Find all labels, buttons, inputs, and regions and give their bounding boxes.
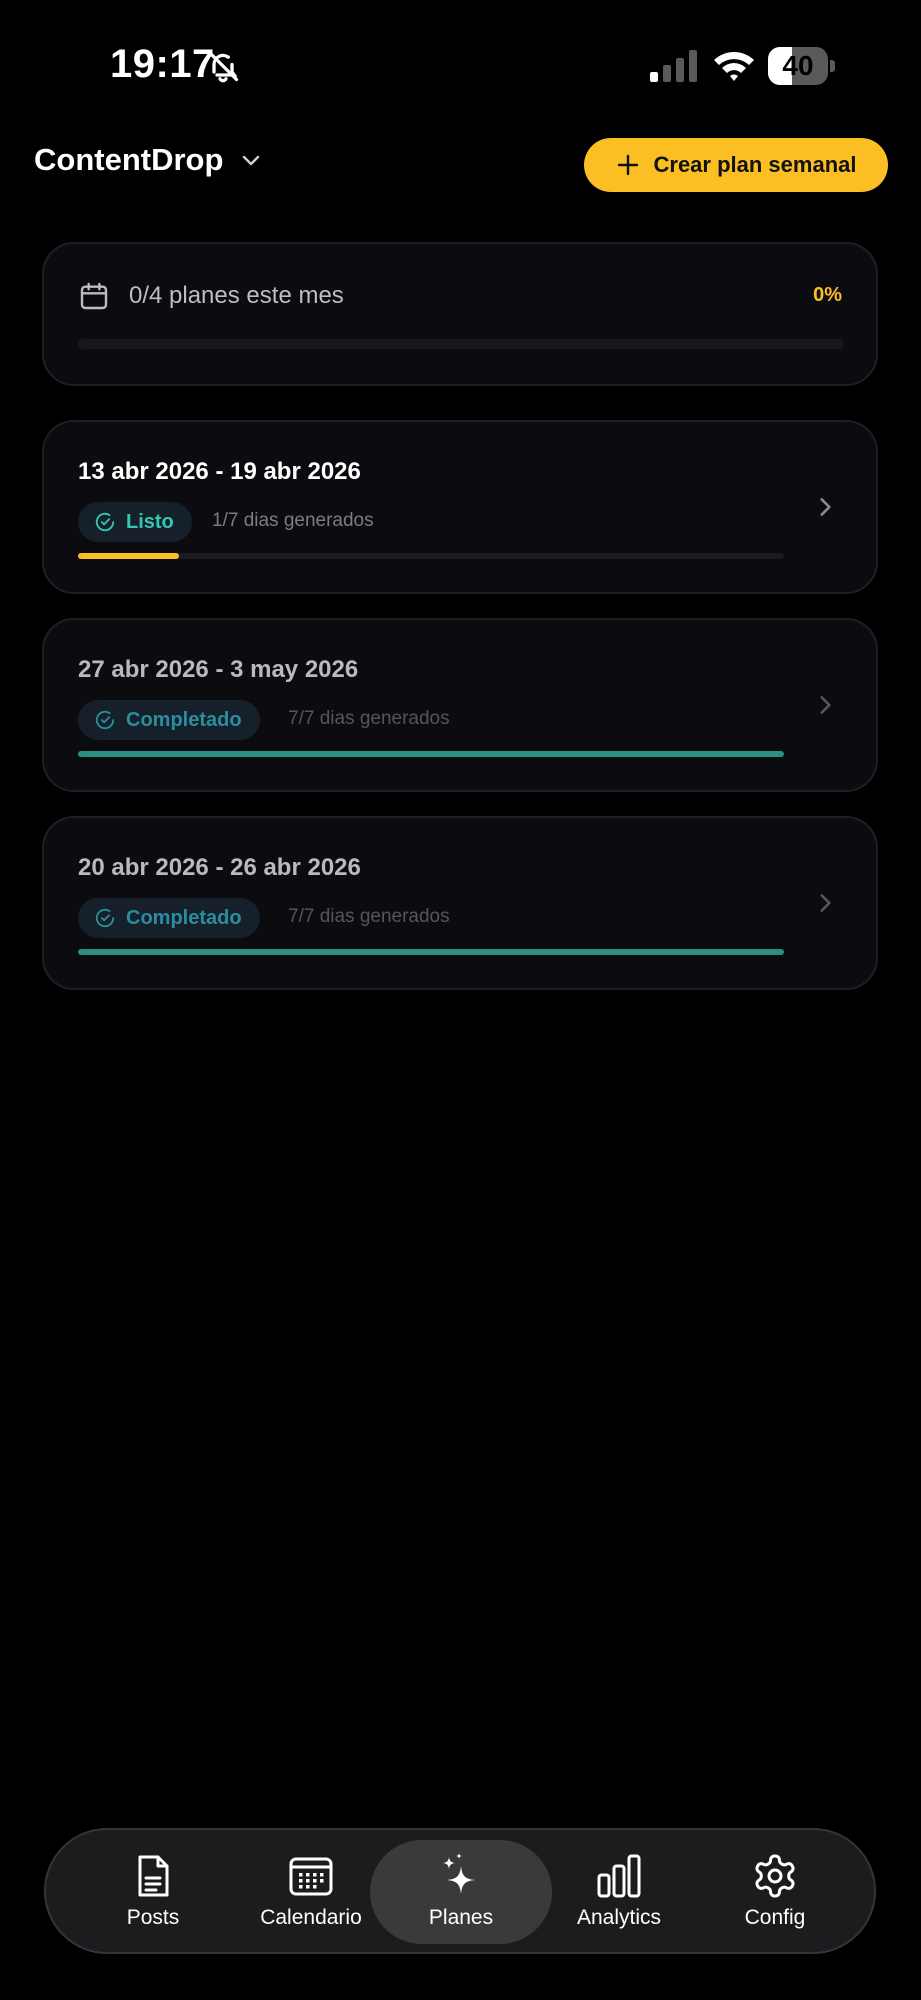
plan-status-label: Completado (126, 906, 242, 929)
tab-calendario[interactable]: Calendario (236, 1840, 386, 1944)
plan-status-badge: Listo (78, 502, 192, 542)
battery-indicator: 40 (768, 47, 836, 85)
wifi-icon (714, 52, 754, 81)
plan-progress-bar (78, 553, 784, 559)
battery-level: 40 (782, 50, 814, 81)
bottom-tab-bar: Posts Calendario Planes Analytics Config (44, 1828, 876, 1954)
plan-card[interactable]: 13 abr 2026 - 19 abr 2026 Listo 1/7 dias… (42, 420, 878, 594)
tab-label: Config (744, 1906, 806, 1929)
app-switcher[interactable]: ContentDrop (34, 142, 263, 178)
plan-status-label: Listo (126, 510, 174, 533)
monthly-plans-count: 0/4 planes este mes (129, 282, 344, 309)
plan-days-generated: 7/7 dias generados (288, 906, 450, 927)
tab-label: Calendario (260, 1906, 362, 1929)
document-icon (138, 1855, 169, 1897)
chevron-right-icon (820, 498, 831, 516)
calendar-icon (80, 282, 108, 310)
plan-status-badge: Completado (78, 700, 260, 740)
plan-status-label: Completado (126, 708, 242, 731)
status-bar: 19:17 40 (0, 0, 921, 120)
plan-days-generated: 1/7 dias generados (212, 510, 374, 531)
plan-days-generated: 7/7 dias generados (288, 708, 450, 729)
tab-label: Planes (428, 1906, 494, 1929)
plan-card[interactable]: 27 abr 2026 - 3 may 2026 Completado 7/7 … (42, 618, 878, 792)
gear-icon (755, 1854, 795, 1898)
chevron-right-icon (820, 894, 831, 912)
calendar-grid-icon (289, 1857, 333, 1896)
sparkles-icon (443, 1853, 475, 1894)
tab-label: Posts (126, 1906, 180, 1929)
tab-planes[interactable]: Planes (370, 1840, 552, 1944)
bar-chart-icon (597, 1854, 641, 1898)
plan-date-range: 20 abr 2026 - 26 abr 2026 (78, 854, 361, 881)
monthly-progress-bar (78, 339, 844, 349)
chevron-down-icon (243, 155, 260, 166)
cellular-signal-icon (650, 50, 697, 82)
app-title: ContentDrop (34, 142, 224, 177)
chevron-right-icon (820, 696, 831, 714)
plan-progress-bar (78, 751, 784, 757)
status-time: 19:17 (110, 42, 215, 86)
create-weekly-plan-button[interactable]: Crear plan semanal (584, 138, 888, 192)
tab-config[interactable]: Config (700, 1840, 850, 1944)
plan-card[interactable]: 20 abr 2026 - 26 abr 2026 Completado 7/7… (42, 816, 878, 990)
plan-progress-bar (78, 949, 784, 955)
monthly-summary-card: 0/4 planes este mes 0% (42, 242, 878, 386)
check-circle-icon (95, 710, 115, 730)
bell-slash-icon (207, 50, 239, 83)
plus-icon (617, 154, 638, 176)
check-circle-icon (95, 908, 115, 928)
tab-posts[interactable]: Posts (78, 1840, 228, 1944)
plan-date-range: 13 abr 2026 - 19 abr 2026 (78, 458, 361, 485)
tab-analytics[interactable]: Analytics (544, 1840, 694, 1944)
tab-label: Analytics (576, 1906, 662, 1929)
plan-date-range: 27 abr 2026 - 3 may 2026 (78, 656, 359, 683)
create-weekly-plan-label: Crear plan semanal (653, 152, 857, 177)
monthly-progress-percent: 0% (813, 284, 842, 306)
plan-status-badge: Completado (78, 898, 260, 938)
check-circle-icon (95, 512, 115, 532)
